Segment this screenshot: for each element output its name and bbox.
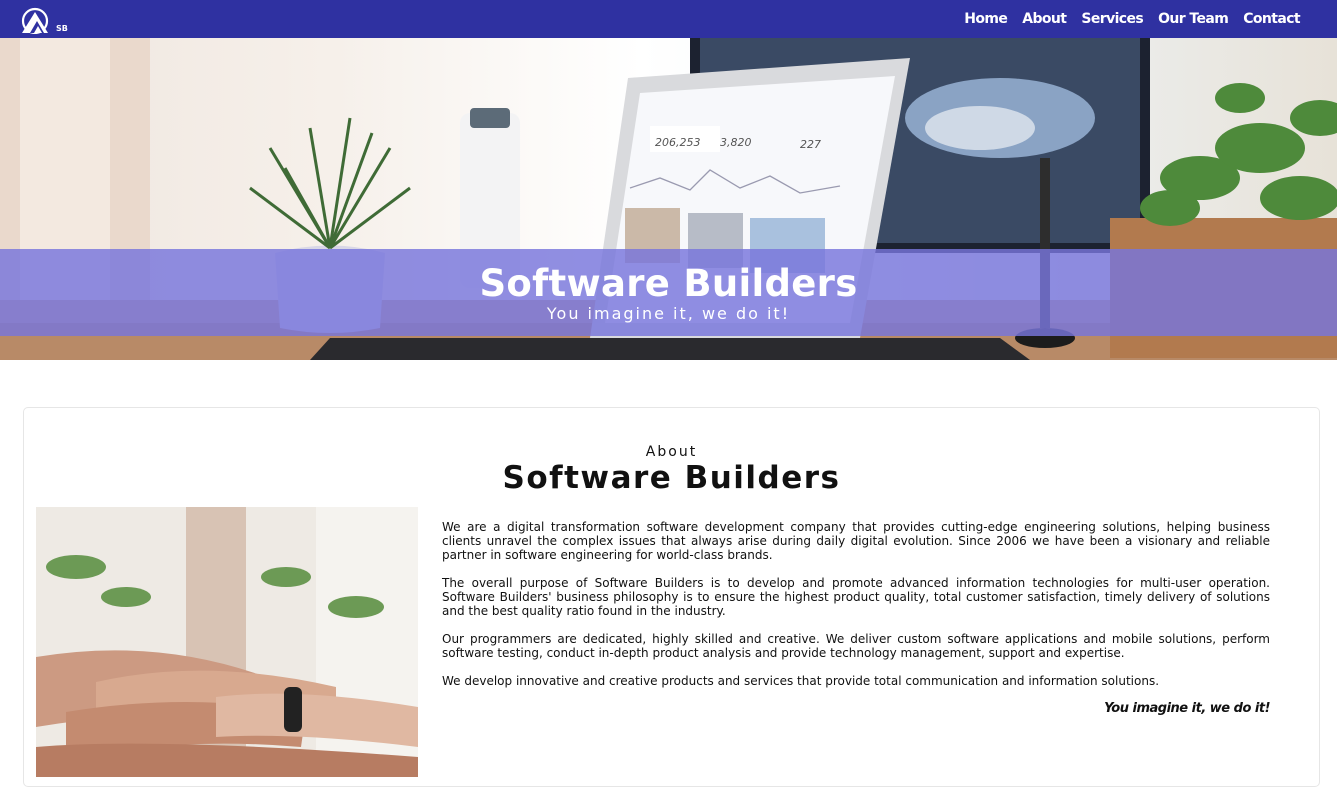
main-nav: Home About Services Our Team Contact [949,0,1300,38]
about-paragraph-4: We develop innovative and creative produ… [442,674,1160,688]
logo-text: SB [56,24,68,33]
about-card: About Software Builders We are a digital… [23,407,1320,787]
about-tagline: You imagine it, we do it! [1104,701,1270,716]
hero-banner: 206,253 3,820 227 Software Builders You [0,38,1337,360]
screen-stat-2: 3,820 [720,136,752,149]
screen-stat-1: 206,253 [655,136,701,149]
about-eyebrow: About [645,444,698,460]
about-paragraph-3: Our programmers are dedicated, highly sk… [442,632,1270,660]
hero-subtitle: You imagine it, we do it! [546,304,791,323]
hero-title: Software Builders [479,262,858,305]
nav-contact[interactable]: Contact [1243,11,1300,27]
about-paragraph-2: The overall purpose of Software Builders… [442,576,1270,618]
about-paragraph-1: We are a digital transformation software… [442,520,1270,562]
navbar: SB Home About Services Our Team Contact [0,0,1337,38]
nav-our-team[interactable]: Our Team [1158,11,1229,27]
team-hands-image [36,507,418,777]
screen-stat-3: 227 [800,138,821,151]
about-description: We are a digital transformation software… [442,520,1270,702]
nav-home[interactable]: Home [964,11,1008,27]
nav-about[interactable]: About [1022,11,1067,27]
about-title: Software Builders [502,460,841,496]
nav-services[interactable]: Services [1081,11,1143,27]
